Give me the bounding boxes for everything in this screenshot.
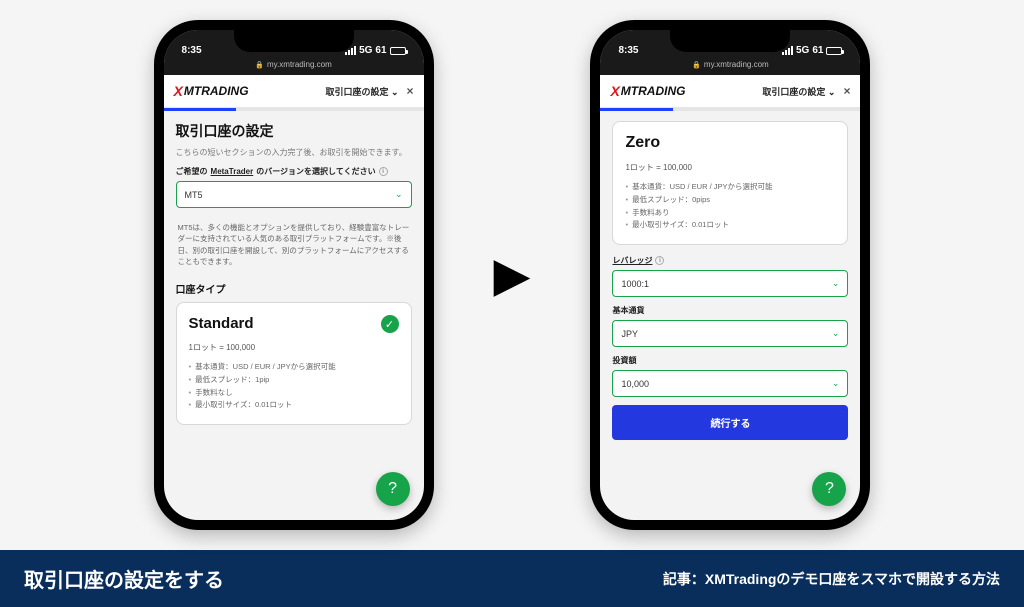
account-card-standard[interactable]: ✓ Standard 1ロット = 100,000 基本通貨：USD / EUR… bbox=[176, 302, 412, 425]
account-type-heading: 口座タイプ bbox=[176, 281, 412, 296]
lock-icon: 🔒 bbox=[255, 61, 264, 69]
card-lot: 1ロット = 100,000 bbox=[189, 342, 399, 353]
help-icon: ? bbox=[388, 480, 397, 498]
banner-article: 記事：XMTradingのデモ口座をスマホで開設する方法 bbox=[663, 569, 1000, 589]
browser-url-bar[interactable]: 🔒 my.xmtrading.com bbox=[164, 58, 424, 75]
metatrader-select[interactable]: MT5 ⌄ bbox=[176, 181, 412, 208]
battery-icon bbox=[390, 47, 406, 55]
currency-label: 基本通貨 bbox=[612, 305, 848, 316]
article-banner: 取引口座の設定をする 記事：XMTradingのデモ口座をスマホで開設する方法 bbox=[0, 550, 1024, 607]
card-title: Zero bbox=[625, 134, 835, 152]
page-title: 取引口座の設定 bbox=[176, 121, 412, 141]
info-icon[interactable]: i bbox=[379, 167, 388, 176]
chevron-down-icon: ⌄ bbox=[391, 87, 399, 97]
info-icon[interactable]: i bbox=[655, 256, 664, 265]
card-bullets: 基本通貨：USD / EUR / JPYから選択可能 最低スプレッド：1pip … bbox=[189, 361, 399, 412]
leverage-select[interactable]: 1000:1 ⌄ bbox=[612, 270, 848, 297]
leverage-value: 1000:1 bbox=[621, 279, 649, 289]
chevron-down-icon: ⌄ bbox=[828, 87, 836, 97]
currency-select[interactable]: JPY ⌄ bbox=[612, 320, 848, 347]
amount-value: 10,000 bbox=[621, 379, 649, 389]
battery-icon bbox=[826, 47, 842, 55]
status-battery: 61 bbox=[812, 45, 823, 56]
chevron-down-icon: ⌄ bbox=[395, 189, 403, 200]
url-text: my.xmtrading.com bbox=[267, 60, 332, 69]
metatrader-description: MT5は、多くの機能とオプションを提供しており、経験豊富なトレーダーに支持されて… bbox=[176, 216, 412, 277]
status-battery: 61 bbox=[375, 45, 386, 56]
status-time: 8:35 bbox=[618, 45, 638, 56]
page-subtitle: こちらの短いセクションの入力完了後、お取引を開始できます。 bbox=[176, 147, 412, 158]
currency-value: JPY bbox=[621, 329, 638, 339]
chevron-down-icon: ⌄ bbox=[832, 278, 840, 289]
account-card-zero[interactable]: Zero 1ロット = 100,000 基本通貨：USD / EUR / JPY… bbox=[612, 121, 848, 245]
status-time: 8:35 bbox=[182, 45, 202, 56]
status-network: 5G bbox=[796, 45, 809, 56]
close-icon[interactable]: × bbox=[843, 84, 850, 98]
phone-left: 8:35 5G 61 🔒 my.xmtrading.com XMTRADING … bbox=[154, 20, 434, 530]
header-menu[interactable]: 取引口座の設定 ⌄ bbox=[325, 85, 398, 98]
banner-title: 取引口座の設定をする bbox=[24, 564, 224, 593]
amount-label: 投資額 bbox=[612, 355, 848, 366]
help-icon: ? bbox=[825, 480, 834, 498]
header-menu[interactable]: 取引口座の設定 ⌄ bbox=[762, 85, 835, 98]
card-title: Standard bbox=[189, 315, 399, 332]
leverage-label: レバレッジ i bbox=[612, 255, 848, 266]
url-text: my.xmtrading.com bbox=[704, 60, 769, 69]
metatrader-label: ご希望のMetaTraderのバージョンを選択してください i bbox=[176, 166, 412, 177]
phone-notch bbox=[234, 30, 354, 52]
amount-select[interactable]: 10,000 ⌄ bbox=[612, 370, 848, 397]
metatrader-value: MT5 bbox=[185, 190, 203, 200]
check-icon: ✓ bbox=[381, 315, 399, 333]
status-network: 5G bbox=[359, 45, 372, 56]
phone-right: 8:35 5G 61 🔒 my.xmtrading.com XMTRADING … bbox=[590, 20, 870, 530]
chevron-down-icon: ⌄ bbox=[832, 378, 840, 389]
brand-logo[interactable]: XMTRADING bbox=[174, 83, 249, 99]
card-bullets: 基本通貨：USD / EUR / JPYから選択可能 最低スプレッド：0pips… bbox=[625, 181, 835, 232]
close-icon[interactable]: × bbox=[407, 84, 414, 98]
brand-logo[interactable]: XMTRADING bbox=[610, 83, 685, 99]
help-fab[interactable]: ? bbox=[376, 472, 410, 506]
app-header: XMTRADING 取引口座の設定 ⌄ × bbox=[164, 75, 424, 108]
app-header: XMTRADING 取引口座の設定 ⌄ × bbox=[600, 75, 860, 108]
continue-button[interactable]: 続行する bbox=[612, 405, 848, 440]
card-lot: 1ロット = 100,000 bbox=[625, 162, 835, 173]
browser-url-bar[interactable]: 🔒 my.xmtrading.com bbox=[600, 58, 860, 75]
phone-notch bbox=[670, 30, 790, 52]
lock-icon: 🔒 bbox=[692, 61, 701, 69]
arrow-right-icon: ▶ bbox=[494, 247, 531, 303]
chevron-down-icon: ⌄ bbox=[832, 328, 840, 339]
